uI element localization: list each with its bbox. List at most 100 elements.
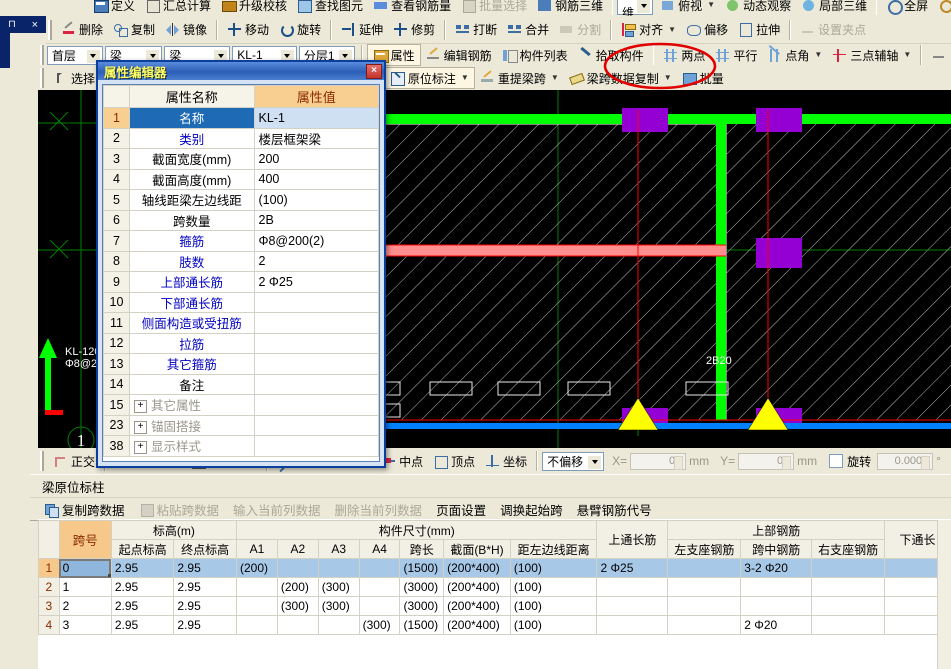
property-row-name[interactable]: 类别 xyxy=(129,127,255,149)
table-cell[interactable] xyxy=(811,577,886,597)
property-row[interactable]: 1 名称 KL-1 xyxy=(103,107,379,129)
edit-rebar-button[interactable]: 编辑钢筋 xyxy=(421,44,497,66)
span-data-copy-button[interactable]: 梁跨数据复制 ▼ xyxy=(564,67,677,89)
table-cell[interactable]: 2.95 xyxy=(110,596,175,616)
toolbar-define[interactable]: 定义 xyxy=(88,0,140,16)
table-row[interactable]: 1 0 2.95 2.95 (200) (1500) (200*400) (100) 2 Φ25… xyxy=(38,558,951,578)
table-cell[interactable]: (1500) xyxy=(399,615,445,635)
table-cell[interactable]: (200) xyxy=(276,577,319,597)
stretch-button[interactable]: 拉伸 xyxy=(733,19,785,41)
property-editor-titlebar[interactable]: 属性编辑器 × xyxy=(98,62,384,80)
table-cell[interactable]: (3000) xyxy=(399,577,445,597)
property-row-value[interactable] xyxy=(253,332,379,354)
property-row[interactable]: 38 + 显示样式 xyxy=(103,435,379,457)
property-row-value[interactable] xyxy=(253,435,379,457)
property-row-name[interactable]: 其它箍筋 xyxy=(129,353,255,375)
property-row-name[interactable]: 肢数 xyxy=(129,250,255,272)
property-row-value[interactable] xyxy=(253,353,379,375)
chevron-down-icon[interactable]: ▼ xyxy=(668,25,676,34)
table-row[interactable]: 4 3 2.95 2.95 (300) (1500) (200*400) (100) 2 Φ20 xyxy=(38,615,951,635)
property-row[interactable]: 15 + 其它属性 xyxy=(103,394,379,416)
align-button[interactable]: 对齐 ▼ xyxy=(616,19,681,41)
property-row-value[interactable] xyxy=(253,291,379,313)
property-row-name[interactable]: + 显示样式 xyxy=(129,435,255,457)
rotate-button[interactable]: 旋转 xyxy=(274,19,326,41)
copy-button[interactable]: 复制 xyxy=(108,19,160,41)
toolbar-grip[interactable] xyxy=(48,19,53,40)
mirror-button[interactable]: 镜像 xyxy=(160,19,212,41)
property-row-name[interactable]: 下部通长筋 xyxy=(129,291,255,313)
property-row-value[interactable] xyxy=(253,312,379,334)
table-cell[interactable]: 2.95 xyxy=(110,615,175,635)
pin-icon[interactable]: ⊓ xyxy=(8,19,16,30)
expand-icon[interactable]: + xyxy=(134,420,147,434)
offset-button[interactable]: 偏移 xyxy=(681,19,733,41)
table-cell[interactable] xyxy=(667,558,742,578)
y-offset-input[interactable]: 0 xyxy=(738,452,795,470)
property-row[interactable]: 3 截面宽度(mm) 200 xyxy=(103,148,379,170)
input-current-column-button[interactable]: 输入当前列数据 xyxy=(227,498,327,520)
top-toolbar-clipped[interactable]: 定义 汇总计算 升级校核 查找图元 查看钢筋量 批量选择 钢筋三维 —维 俯视▼… xyxy=(0,0,951,16)
toolbar-grip-2[interactable] xyxy=(40,45,44,65)
table-cell[interactable] xyxy=(667,577,742,597)
close-icon[interactable]: × xyxy=(32,19,38,31)
toolbar-rebar-qty[interactable]: 查看钢筋量 xyxy=(368,0,456,16)
chevron-down-icon[interactable]: ▼ xyxy=(903,51,911,59)
property-row-value[interactable]: 200 xyxy=(253,148,379,170)
property-row-value[interactable]: Φ8@200(2) xyxy=(253,230,379,252)
table-cell[interactable] xyxy=(667,615,742,635)
in-place-annotation-button[interactable]: 原位标注 ▼ xyxy=(383,67,475,89)
table-cell[interactable]: (300) xyxy=(358,615,401,635)
property-row[interactable]: 13 其它箍筋 xyxy=(103,353,379,375)
property-row-name[interactable]: + 锚固搭接 xyxy=(129,414,255,436)
chevron-down-icon[interactable]: ▼ xyxy=(461,74,469,82)
property-editor-dialog[interactable]: 属性编辑器 × 属性名称 属性值 1 名称 KL-1 2 类别 楼层框架梁 3 截面宽度(mm… xyxy=(96,60,386,468)
page-setup-button[interactable]: 页面设置 xyxy=(430,498,492,520)
table-cell[interactable] xyxy=(811,596,886,616)
property-row[interactable]: 8 肢数 2 xyxy=(103,250,379,272)
batch-button[interactable]: 批量 xyxy=(677,67,729,89)
three-point-axis-button[interactable]: 三点辅轴 ▼ xyxy=(827,44,916,66)
property-row-value[interactable] xyxy=(253,373,379,395)
re-extract-span-button[interactable]: 重提梁跨 ▼ xyxy=(475,67,564,89)
table-cell[interactable]: 2.95 xyxy=(173,558,237,578)
property-row[interactable]: 6 跨数量 2B xyxy=(103,209,379,231)
chevron-down-icon[interactable]: ▼ xyxy=(814,51,822,59)
table-cell[interactable]: 2 Φ25 xyxy=(596,558,669,578)
property-row-name[interactable]: 名称 xyxy=(129,107,255,129)
property-row-value[interactable]: 2B xyxy=(253,209,379,231)
pick-component-button[interactable]: 拾取构件 xyxy=(573,44,649,66)
toolbar-batch-select[interactable]: 批量选择 xyxy=(456,0,532,16)
table-cell[interactable]: (200*400) xyxy=(443,596,511,616)
table-cell[interactable]: (100) xyxy=(509,577,598,597)
property-row-name[interactable]: 跨数量 xyxy=(129,209,255,231)
toolbar-topview[interactable]: 俯视 ▼ xyxy=(655,0,720,16)
table-cell[interactable] xyxy=(811,558,886,578)
table-cell[interactable]: (200*400) xyxy=(443,558,511,578)
property-table[interactable]: 属性名称 属性值 1 名称 KL-1 2 类别 楼层框架梁 3 截面宽度(mm) 200 4 截面高… xyxy=(103,85,379,457)
property-row[interactable]: 9 上部通长筋 2 Φ25 xyxy=(103,271,379,293)
chevron-down-icon[interactable]: ▼ xyxy=(551,74,559,82)
table-row[interactable]: 3 2 2.95 2.95 (300) (300) (3000) (200*400) (100) xyxy=(38,596,951,616)
table-cell[interactable]: 1 xyxy=(58,577,112,597)
table-cell[interactable]: 2.95 xyxy=(173,577,237,597)
span-table[interactable]: 跨号 标高(m) 构件尺寸(mm) 上通长筋 上部钢筋 下通长 起点标高 终点标… xyxy=(38,520,951,635)
table-cell[interactable]: (3000) xyxy=(399,596,445,616)
table-cell[interactable] xyxy=(358,577,401,597)
property-row-name[interactable]: 截面高度(mm) xyxy=(129,168,255,190)
span-no-header[interactable]: 跨号 xyxy=(58,520,112,559)
property-row-name[interactable]: 上部通长筋 xyxy=(129,271,255,293)
property-row-name[interactable]: 备注 xyxy=(129,373,255,395)
property-row-value[interactable]: 400 xyxy=(253,168,379,190)
move-button[interactable]: 移动 xyxy=(222,19,274,41)
property-row[interactable]: 5 轴线距梁左边线距 (100) xyxy=(103,189,379,211)
property-row-name[interactable]: 箍筋 xyxy=(129,230,255,252)
table-cell[interactable]: 3 xyxy=(58,615,112,635)
table-cell[interactable]: 2 xyxy=(58,596,112,616)
table-cell[interactable] xyxy=(667,596,742,616)
property-row[interactable]: 14 备注 xyxy=(103,373,379,395)
table-cell[interactable] xyxy=(811,615,886,635)
vertex-button[interactable]: 顶点 xyxy=(428,450,480,472)
toolbar-check[interactable]: 升级校核 xyxy=(216,0,292,16)
property-row-value[interactable]: 2 Φ25 xyxy=(253,271,379,293)
